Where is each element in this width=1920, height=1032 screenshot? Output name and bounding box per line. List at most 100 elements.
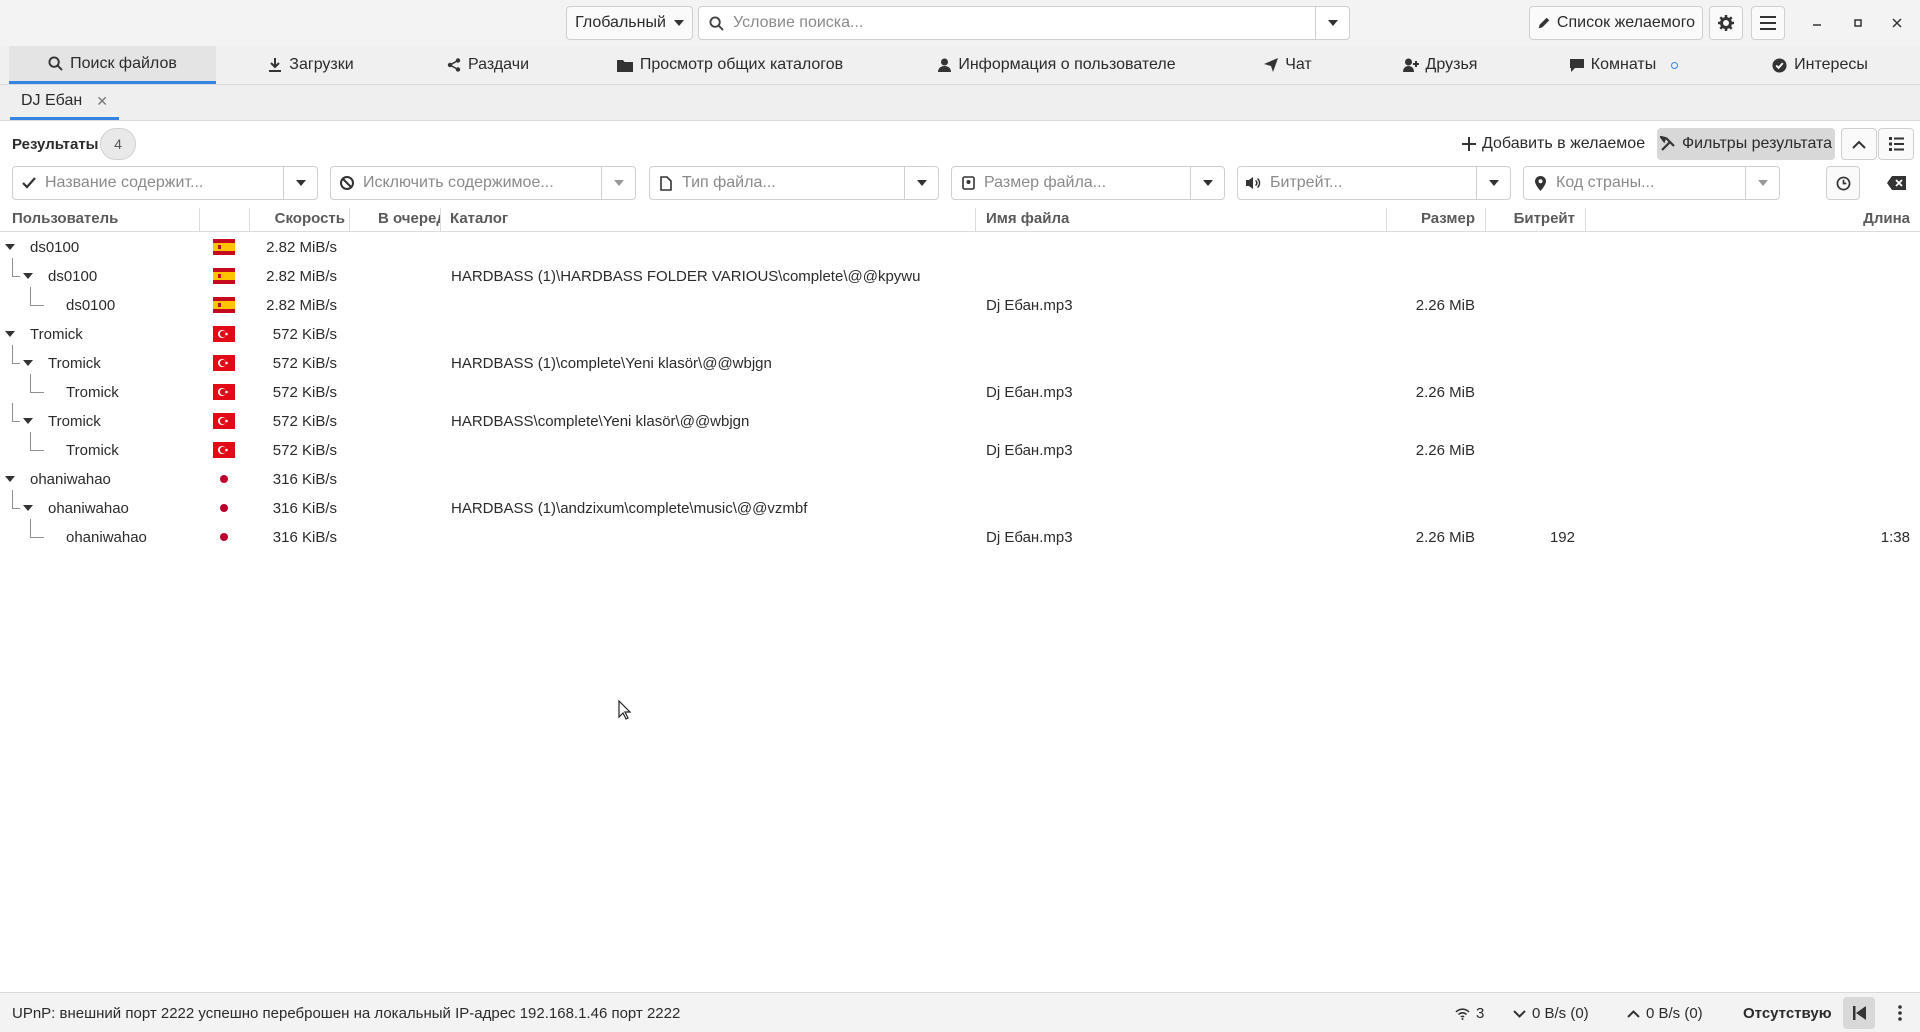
cell-speed: 572 KiB/s [272, 442, 337, 459]
tab-chat[interactable]: Чат [1224, 46, 1352, 84]
filter-bitrate[interactable]: Битрейт... [1237, 166, 1511, 200]
close-tab-icon[interactable]: ✕ [96, 93, 108, 110]
column-divider [440, 208, 441, 232]
expand-toggle[interactable] [2, 471, 18, 487]
filter-file-size-dropdown[interactable] [1190, 167, 1224, 199]
column-header-filename[interactable]: Имя файла [986, 210, 1386, 230]
search-scope-dropdown[interactable]: Глобальный [566, 6, 693, 40]
table-row[interactable]: ohaniwahao 316 KiB/s Dj Ебан.mp3 2.26 MiB 19… [0, 519, 1920, 552]
table-row[interactable]: ds0100 2.82 MiB/s [0, 233, 1920, 262]
column-header-queue[interactable]: В очереди [378, 210, 440, 230]
filter-country[interactable]: Код страны... [1523, 166, 1780, 200]
search-field[interactable] [698, 6, 1350, 40]
filter-include[interactable]: Название содержит... [12, 166, 318, 200]
search-history-dropdown[interactable] [1315, 7, 1349, 39]
connections-indicator[interactable]: 3 [1455, 1005, 1484, 1022]
clear-filters-button[interactable] [1884, 174, 1908, 192]
status-message: UPnP: внешний порт 2222 успешно переброш… [12, 1005, 681, 1022]
table-row[interactable]: Tromick 572 KiB/s HARDBASS\complete\Yeni k… [0, 403, 1920, 436]
cell-speed: 572 KiB/s [272, 413, 337, 430]
minimize-button[interactable] [1804, 10, 1830, 36]
table-row[interactable]: Tromick 572 KiB/s Dj Ебан.mp3 2.26 MiB [0, 432, 1920, 465]
tree-connector [30, 374, 31, 392]
settings-button[interactable] [1709, 6, 1743, 40]
filter-include-dropdown[interactable] [283, 167, 317, 199]
upload-speed: 0 B/s (0) [1646, 1005, 1703, 1022]
table-row[interactable]: ohaniwahao 316 KiB/s HARDBASS (1)\andzixum… [0, 490, 1920, 523]
tab-browse-shares[interactable]: Просмотр общих каталогов [570, 46, 890, 84]
share-icon [447, 58, 461, 72]
results-toolbar: Результаты 4 Добавить в желаемое Фильтры… [0, 122, 1920, 166]
filter-exclude-dropdown[interactable] [601, 167, 635, 199]
log-pane-button[interactable] [1843, 997, 1875, 1029]
cell-user: Tromick [30, 326, 83, 343]
filter-exclude[interactable]: Исключить содержимое... [330, 166, 636, 200]
tree-connector [30, 450, 44, 451]
flag-spain-icon [213, 239, 235, 255]
table-row[interactable]: ohaniwahao 316 KiB/s [0, 465, 1920, 494]
tab-user-info[interactable]: Информация о пользователе [890, 46, 1224, 84]
column-header-user[interactable]: Пользователь [12, 210, 197, 230]
group-by-button[interactable] [1878, 128, 1914, 160]
caret-down-icon [5, 331, 15, 337]
column-header-bitrate[interactable]: Битрейт [1490, 210, 1575, 230]
upload-speed-indicator[interactable]: 0 B/s (0) [1627, 1005, 1703, 1022]
expand-toggle[interactable] [20, 500, 36, 516]
maximize-button[interactable] [1845, 10, 1871, 36]
cell-country-flag [213, 326, 235, 342]
column-divider [1585, 208, 1586, 232]
add-to-wishlist-label: Добавить в желаемое [1482, 135, 1646, 152]
filter-free-slot-toggle[interactable] [1826, 166, 1860, 200]
column-header-folder[interactable]: Каталог [450, 210, 950, 230]
download-speed-indicator[interactable]: 0 B/s (0) [1513, 1005, 1589, 1022]
filter-file-type[interactable]: Тип файла... [649, 166, 939, 200]
wishlist-button[interactable]: Список желаемого [1529, 6, 1703, 40]
cell-user: ds0100 [48, 268, 98, 285]
table-row[interactable]: Tromick 572 KiB/s [0, 320, 1920, 349]
expand-toggle[interactable] [2, 326, 18, 342]
cell-size: 2.26 MiB [1415, 529, 1475, 546]
tab-chat-rooms[interactable]: Комнаты [1528, 46, 1720, 84]
expand-toggle[interactable] [20, 413, 36, 429]
table-row[interactable]: ds0100 2.82 MiB/s HARDBASS (1)\HARDBASS FO… [0, 258, 1920, 291]
filter-file-size[interactable]: Размер файла... [951, 166, 1225, 200]
expand-toggle[interactable] [20, 268, 36, 284]
status-more-button[interactable] [1884, 997, 1916, 1029]
filter-bitrate-dropdown[interactable] [1476, 167, 1510, 199]
search-input[interactable] [733, 14, 1315, 32]
collapse-all-button[interactable] [1841, 128, 1877, 160]
cell-size: 2.26 MiB [1415, 384, 1475, 401]
tab-buddies[interactable]: Друзья [1352, 46, 1528, 84]
ban-icon [331, 176, 363, 190]
cell-speed: 316 KiB/s [272, 500, 337, 517]
expand-toggle[interactable] [20, 355, 36, 371]
result-filters-toggle[interactable]: Фильтры результата [1657, 128, 1835, 160]
tab-downloads[interactable]: Загрузки [216, 46, 406, 84]
result-filters-label: Фильтры результата [1681, 135, 1833, 152]
search-icon [699, 15, 733, 31]
column-header-length[interactable]: Длина [1700, 210, 1910, 230]
tab-uploads[interactable]: Раздачи [406, 46, 570, 84]
away-status-toggle[interactable]: Отсутствую [1743, 1005, 1832, 1022]
tab-label: Загрузки [289, 56, 354, 73]
filter-file-type-dropdown[interactable] [904, 167, 938, 199]
column-header-size[interactable]: Размер [1390, 210, 1475, 230]
cell-user: Tromick [66, 384, 119, 401]
add-to-wishlist-button[interactable]: Добавить в желаемое [1462, 128, 1645, 160]
tab-interests[interactable]: Интересы [1720, 46, 1920, 84]
table-row[interactable]: Tromick 572 KiB/s Dj Ебан.mp3 2.26 MiB [0, 374, 1920, 407]
expand-toggle[interactable] [2, 239, 18, 255]
main-menu-button[interactable] [1751, 6, 1785, 40]
tab-search-files[interactable]: Поиск файлов [9, 46, 216, 84]
caret-down-icon [5, 244, 15, 250]
column-header-speed[interactable]: Скорость [250, 210, 345, 230]
close-window-button[interactable] [1884, 10, 1910, 36]
search-tab-dj-eban[interactable]: DJ Ебан ✕ [10, 85, 119, 120]
table-row[interactable]: Tromick 572 KiB/s HARDBASS (1)\complete\Ye… [0, 345, 1920, 378]
filter-exclude-placeholder: Исключить содержимое... [363, 174, 554, 191]
table-row[interactable]: ds0100 2.82 MiB/s Dj Ебан.mp3 2.26 MiB [0, 287, 1920, 320]
caret-down-icon [673, 20, 684, 26]
user-icon [938, 58, 952, 72]
filter-country-dropdown[interactable] [1745, 167, 1779, 199]
tree-connector [30, 537, 44, 538]
